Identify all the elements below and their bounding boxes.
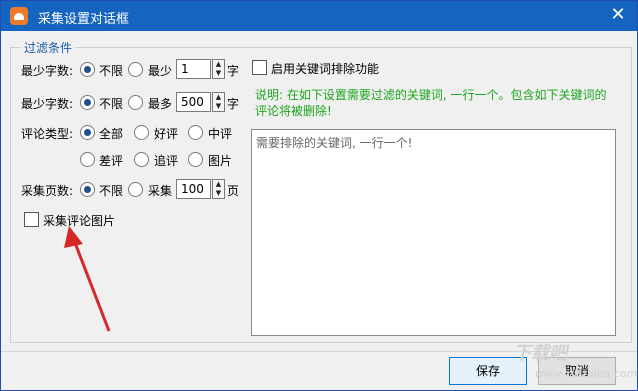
collect-images-checkbox[interactable]	[24, 212, 39, 227]
spin-up-icon[interactable]: ▲	[213, 60, 224, 69]
review-type-option-label: 好评	[154, 127, 179, 141]
spin-down-icon[interactable]: ▼	[213, 189, 224, 198]
arrow-head	[64, 226, 83, 248]
max-words-at-most-label: 最多	[148, 97, 173, 111]
pages-unlimited-radio[interactable]	[80, 182, 95, 197]
keyword-filter-checkbox[interactable]	[252, 60, 267, 75]
min-words-label: 最少字数:	[21, 64, 74, 78]
review-type-option-radio[interactable]	[80, 125, 95, 140]
pages-unlimited-label: 不限	[99, 184, 124, 198]
window-title: 采集设置对话框	[38, 12, 130, 27]
keyword-note: 说明: 在如下设置需要过滤的关键词, 一行一个。包含如下关键词的评论将被删除!	[255, 88, 607, 118]
max-words-unit: 字	[227, 97, 240, 111]
watermark: 下载吧 www.xiazaiba.com	[513, 339, 637, 390]
watermark-logo: 下载吧	[513, 343, 567, 364]
arrow-shaft	[70, 234, 111, 332]
pages-stepper[interactable]: ▲ ▼	[212, 179, 225, 199]
app-icon	[10, 7, 28, 25]
keyword-filter-label: 启用关键词排除功能	[271, 62, 380, 76]
max-words-unlimited-radio[interactable]	[80, 95, 95, 110]
max-words-value: 500	[181, 95, 204, 109]
min-words-unlimited-label: 不限	[99, 64, 124, 78]
pages-collect-radio[interactable]	[128, 182, 143, 197]
review-type-option-label: 中评	[208, 127, 233, 141]
review-type-option-radio[interactable]	[188, 125, 203, 140]
pages-collect-label: 采集	[148, 184, 173, 198]
max-words-unlimited-label: 不限	[99, 97, 124, 111]
review-type-option-radio[interactable]	[188, 152, 203, 167]
max-words-at-most-radio[interactable]	[128, 95, 143, 110]
keyword-textarea[interactable]	[252, 130, 615, 333]
max-words-stepper[interactable]: ▲ ▼	[212, 92, 225, 112]
min-words-at-least-radio[interactable]	[128, 62, 143, 77]
review-type-option-label: 图片	[208, 154, 233, 168]
review-type-option-label: 追评	[154, 154, 179, 168]
min-words-unlimited-radio[interactable]	[80, 62, 95, 77]
close-button[interactable]: ✕	[607, 4, 629, 26]
min-words-unit: 字	[227, 64, 240, 78]
spin-down-icon[interactable]: ▼	[213, 69, 224, 78]
title-bar[interactable]: 采集设置对话框 ✕	[1, 1, 637, 31]
review-type-option-radio[interactable]	[80, 152, 95, 167]
pages-label: 采集页数:	[21, 184, 74, 198]
min-words-at-least-label: 最少	[148, 64, 173, 78]
max-words-input[interactable]: 500	[176, 92, 211, 112]
pages-unit: 页	[227, 184, 240, 198]
review-type-option-label: 差评	[99, 154, 124, 168]
keyword-textarea-frame[interactable]	[251, 129, 616, 336]
spin-up-icon[interactable]: ▲	[213, 180, 224, 189]
min-words-stepper[interactable]: ▲ ▼	[212, 59, 225, 79]
spin-down-icon[interactable]: ▼	[213, 102, 224, 111]
pages-input[interactable]: 100	[176, 179, 211, 199]
red-arrow-annotation	[64, 226, 111, 332]
filter-group-title: 过滤条件	[21, 39, 76, 56]
review-type-option-radio[interactable]	[134, 125, 149, 140]
review-type-option-radio[interactable]	[134, 152, 149, 167]
spin-up-icon[interactable]: ▲	[213, 93, 224, 102]
review-type-option-label: 全部	[99, 127, 124, 141]
review-type-label: 评论类型:	[21, 127, 74, 141]
min-words-input[interactable]: 1	[176, 59, 211, 79]
dialog-window: 采集设置对话框 ✕ 过滤条件 最少字数: 不限 最少 1 ▲ ▼ 字 最少字数:…	[0, 0, 638, 391]
pages-value: 100	[181, 182, 204, 196]
max-words-label: 最少字数:	[21, 97, 74, 111]
min-words-value: 1	[181, 62, 189, 76]
watermark-url: www.xiazaiba.com	[535, 367, 638, 380]
